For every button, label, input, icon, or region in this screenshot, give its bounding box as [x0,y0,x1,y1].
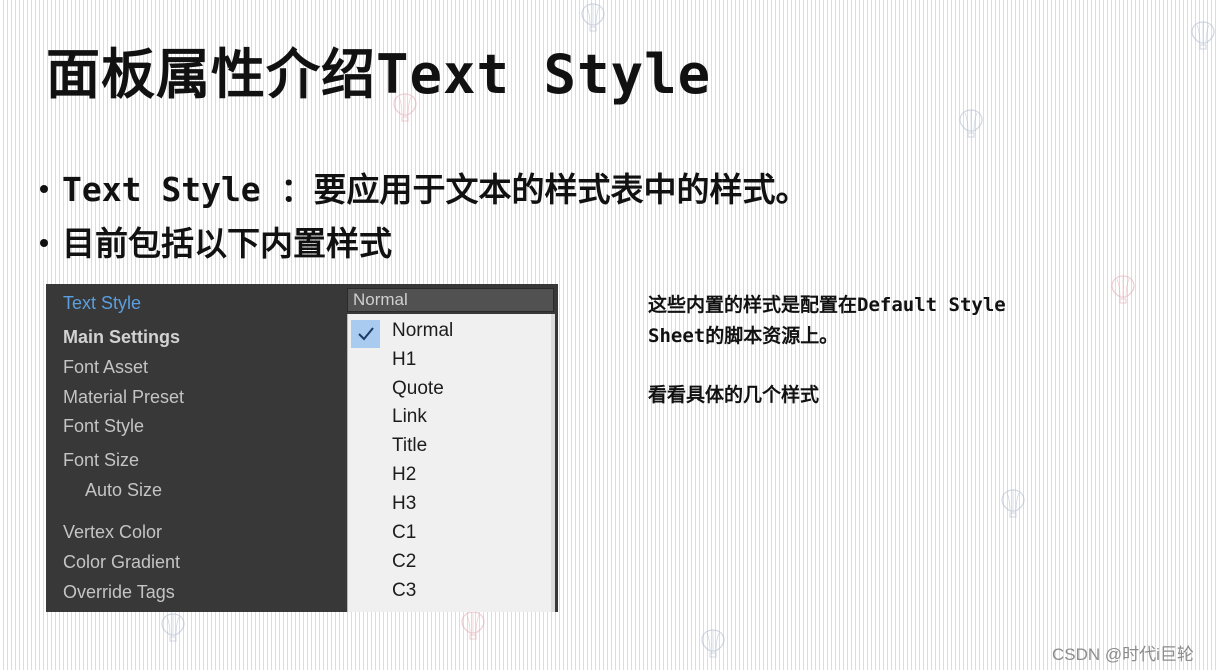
option-label: C2 [392,551,417,572]
dropdown-option-c2[interactable]: C2 [348,548,551,576]
checkmark-icon [351,320,380,348]
inspector-label-material-preset: Material Preset [63,387,185,407]
dropdown-option-h2[interactable]: H2 [348,461,551,489]
dropdown-option-normal[interactable]: Normal [348,317,551,348]
text-style-dropdown-menu: Normal H1 Quote Link Title H2 H3 C1 C2 C… [347,314,555,612]
bullet-item: 目前包括以下内置样式 [40,214,809,268]
balloon-icon [1001,489,1025,518]
option-label: Link [392,406,427,427]
bullet-dot-icon [40,239,48,247]
balloon-icon [581,3,605,32]
inspector-label-font-style: Font Style [63,416,145,436]
bullet-text: 目前包括以下内置样式 [62,224,392,263]
dropdown-option-quote[interactable]: Quote [348,375,551,403]
dropdown-scrollbar[interactable] [551,314,555,612]
inspector-panel-screenshot: Text Style Main Settings Font Asset Mate… [46,284,558,612]
option-label: Normal [392,320,454,341]
note-line: 看看具体的几个样式 [648,384,820,406]
option-label: C1 [392,522,417,543]
inspector-label-vertex-color: Vertex Color [63,522,163,542]
inspector-label-override-tags: Override Tags [63,582,175,602]
note-line: 这些内置的样式是配置在Default Style [648,294,1006,316]
dropdown-option-c1[interactable]: C1 [348,519,551,547]
inspector-label-color-gradient: Color Gradient [63,552,181,572]
watermark: CSDN @时代i巨轮 [1052,645,1194,664]
balloon-icon [701,629,725,658]
option-label: H1 [392,349,417,370]
inspector-label-font-asset: Font Asset [63,357,149,377]
dropdown-option-title[interactable]: Title [348,432,551,460]
option-label: H2 [392,464,417,485]
bullet-list: Text Style ：要应用于文本的样式表中的样式。 目前包括以下内置样式 [40,160,809,268]
option-label: C3 [392,580,417,601]
balloon-icon [161,613,185,642]
dropdown-option-c3[interactable]: C3 [348,577,551,605]
balloon-icon [1191,21,1215,50]
inspector-label-text-style: Text Style [63,293,142,313]
bullet-dot-icon [40,185,48,193]
dropdown-option-h1[interactable]: H1 [348,346,551,374]
option-label: H3 [392,493,417,514]
inspector-label-auto-size: Auto Size [85,480,163,500]
dropdown-option-link[interactable]: Link [348,403,551,431]
balloon-icon [461,611,485,640]
inspector-section-main-settings: Main Settings [63,327,181,347]
note-line: Sheet的脚本资源上。 [648,325,839,347]
explanation-note: 这些内置的样式是配置在Default Style Sheet的脚本资源上。 看看… [648,290,1128,411]
dropdown-option-h3[interactable]: H3 [348,490,551,518]
option-label: Quote [392,378,444,399]
bullet-text: Text Style ：要应用于文本的样式表中的样式。 [62,170,809,209]
balloon-icon [959,109,983,138]
inspector-label-font-size: Font Size [63,450,140,470]
bullet-item: Text Style ：要应用于文本的样式表中的样式。 [40,160,809,214]
slide-title: 面板属性介绍Text Style [46,43,712,106]
text-style-dropdown[interactable]: Normal [347,288,554,312]
option-label: Title [392,435,428,456]
